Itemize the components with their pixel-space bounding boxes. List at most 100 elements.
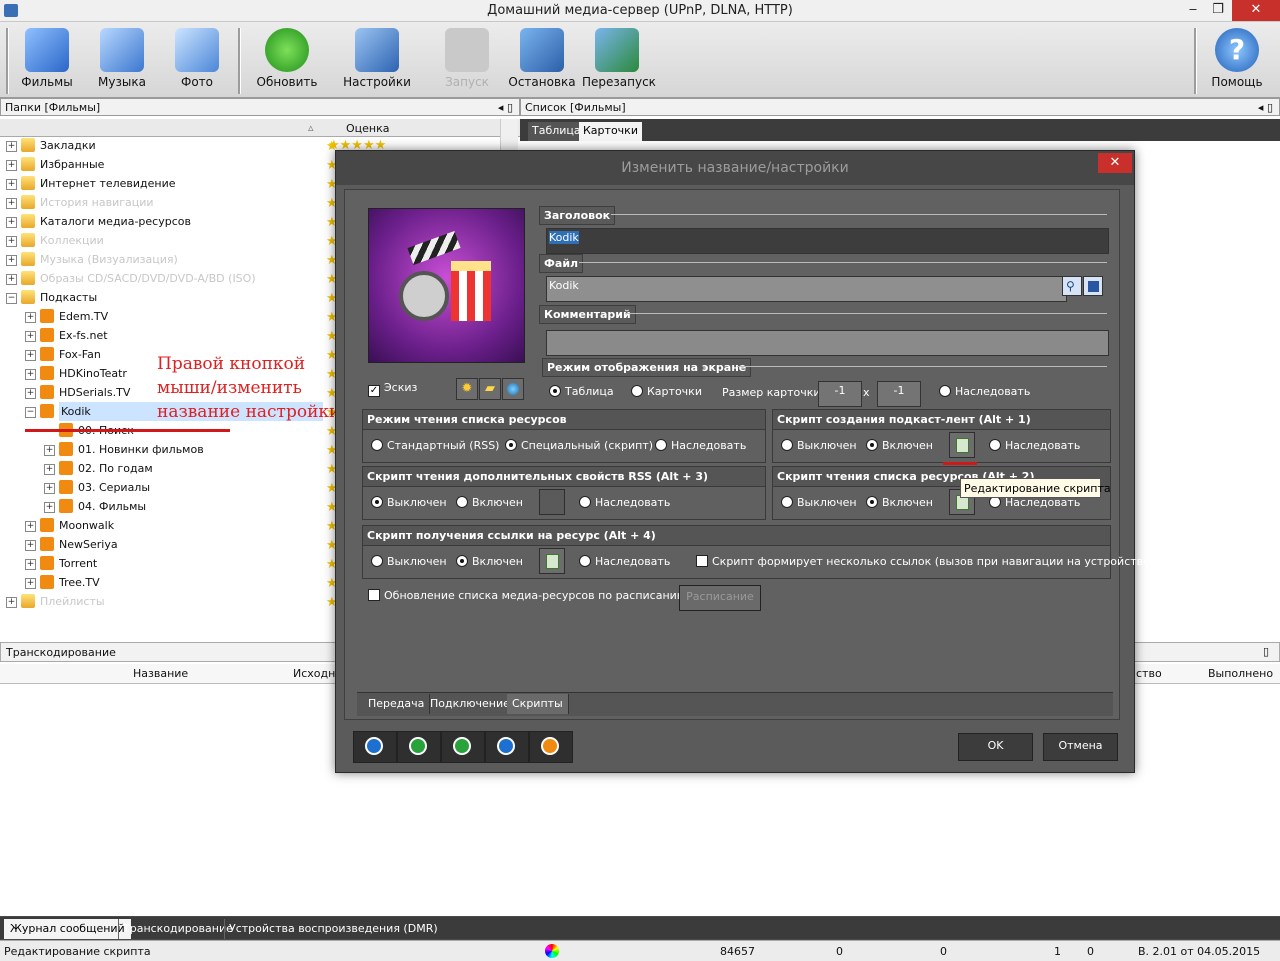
expand-icon[interactable]: + [44, 464, 55, 475]
expand-icon[interactable]: + [6, 597, 17, 608]
toolbar-photo-button[interactable]: Фото [162, 28, 232, 89]
toolbar-refresh-button[interactable]: Обновить [252, 28, 322, 89]
expand-icon[interactable]: + [25, 312, 36, 323]
expand-icon[interactable]: + [6, 217, 17, 228]
tree-item-label: Музыка (Визуализация) [40, 253, 178, 266]
expand-icon[interactable]: + [25, 350, 36, 361]
collapse-icon[interactable]: − [25, 407, 36, 418]
col-device[interactable]: ство [1136, 667, 1162, 680]
card-height-input[interactable]: -1 [877, 381, 921, 407]
tab-table[interactable]: Таблица [528, 122, 585, 141]
toolbar-start-button[interactable]: Запуск [432, 28, 502, 89]
expand-icon[interactable]: + [6, 179, 17, 190]
expand-icon[interactable]: + [25, 369, 36, 380]
col-name[interactable]: Название [133, 667, 188, 680]
file-save-button[interactable] [1083, 276, 1103, 296]
sketch-image[interactable] [368, 208, 525, 363]
tab-connection[interactable]: Подключение [425, 694, 516, 714]
title-input[interactable]: Kodik [546, 228, 1109, 254]
read-standard-radio[interactable]: Стандартный (RSS) [371, 439, 499, 452]
expand-icon[interactable]: + [25, 331, 36, 342]
tab-cards[interactable]: Карточки [579, 122, 642, 141]
podcast-on-radio[interactable]: Включен [866, 439, 933, 452]
sketch-web-button[interactable] [502, 378, 524, 400]
restart-icon [595, 28, 639, 72]
first-record-button[interactable] [353, 731, 397, 763]
pin-icon[interactable]: ◂ ▯ [498, 101, 513, 114]
schedule-button[interactable]: Расписание [679, 585, 761, 611]
link-off-radio[interactable]: Выключен [371, 555, 447, 568]
file-input[interactable]: Kodik [546, 276, 1067, 302]
comment-input[interactable] [546, 330, 1109, 356]
col-rating[interactable]: Оценка [346, 122, 390, 135]
link-edit-script-button[interactable] [539, 548, 565, 574]
col-done[interactable]: Выполнено [1208, 667, 1273, 680]
toolbar-stop-button[interactable]: Остановка [507, 28, 577, 89]
expand-icon[interactable]: + [44, 502, 55, 513]
toolbar-help-button[interactable]: ? Помощь [1202, 28, 1272, 89]
expand-icon[interactable]: + [25, 521, 36, 532]
tab-dmr[interactable]: Устройства воспроизведения (DMR) [224, 919, 442, 939]
expand-icon[interactable]: + [6, 274, 17, 285]
expand-icon[interactable]: + [25, 559, 36, 570]
ok-button[interactable]: OK [958, 733, 1033, 761]
next-record-button[interactable] [441, 731, 485, 763]
display-cards-radio[interactable]: Карточки [631, 385, 702, 398]
sketch-generate-button[interactable]: ✹ [456, 378, 478, 400]
cancel-button[interactable]: Отмена [1043, 733, 1118, 761]
expand-icon[interactable]: + [44, 445, 55, 456]
minimize-button[interactable]: ‒ [1182, 0, 1204, 21]
link-multi-checkbox[interactable]: Скрипт формирует несколько ссылок (вызов… [696, 555, 1154, 568]
tab-scripts[interactable]: Скрипты [507, 694, 569, 714]
read-inherit-radio[interactable]: Наследовать [655, 439, 746, 452]
prev-record-button[interactable] [397, 731, 441, 763]
rss-edit-script-button[interactable] [539, 489, 565, 515]
podcast-inherit-radio[interactable]: Наследовать [989, 439, 1080, 452]
expand-icon[interactable]: + [6, 255, 17, 266]
podcast-edit-script-button[interactable] [949, 432, 975, 458]
toolbar-music-button[interactable]: Музыка [87, 28, 157, 89]
display-inherit-radio[interactable]: Наследовать [939, 385, 1030, 398]
schedule-checkbox[interactable]: Обновление списка медиа-ресурсов по расп… [368, 589, 686, 602]
toolbar-films-button[interactable]: Фильмы [12, 28, 82, 89]
expand-icon[interactable]: + [6, 160, 17, 171]
expand-icon[interactable]: + [25, 388, 36, 399]
display-table-radio[interactable]: Таблица [549, 385, 614, 398]
expand-icon[interactable]: + [6, 141, 17, 152]
tab-messages[interactable]: Журнал сообщений [4, 919, 131, 939]
list-on-radio[interactable]: Включен [866, 496, 933, 509]
expand-icon[interactable]: + [6, 198, 17, 209]
collapse-icon[interactable]: − [6, 293, 17, 304]
close-button[interactable]: ✕ [1232, 0, 1280, 21]
edit-settings-dialog: Изменить название/настройки ✕ ✓ Эскиз ✹ ▰… [335, 150, 1154, 773]
expand-icon[interactable]: + [25, 578, 36, 589]
apply-button[interactable] [529, 731, 573, 763]
last-record-button[interactable] [485, 731, 529, 763]
expand-icon[interactable]: + [44, 483, 55, 494]
rss-on-radio[interactable]: Включен [456, 496, 523, 509]
file-search-button[interactable]: ⚲ [1062, 276, 1082, 296]
list-off-radio[interactable]: Выключен [781, 496, 857, 509]
pin-icon[interactable]: ▯ [1263, 645, 1269, 658]
title-label: Заголовок [539, 206, 616, 225]
tab-transfer[interactable]: Передача [363, 694, 431, 714]
sketch-checkbox[interactable]: ✓ Эскиз [368, 381, 417, 397]
expand-icon[interactable]: + [25, 540, 36, 551]
restore-button[interactable]: ❐ [1206, 0, 1230, 21]
rss-inherit-radio[interactable]: Наследовать [579, 496, 670, 509]
expand-icon[interactable]: + [6, 236, 17, 247]
dialog-close-button[interactable]: ✕ [1098, 153, 1132, 173]
folder-icon [21, 214, 35, 228]
link-on-radio[interactable]: Включен [456, 555, 523, 568]
toolbar-restart-button[interactable]: Перезапуск [582, 28, 656, 89]
tab-transcoding[interactable]: Транскодирование [118, 919, 237, 939]
link-inherit-radio[interactable]: Наследовать [579, 555, 670, 568]
rss-off-radio[interactable]: Выключен [371, 496, 447, 509]
sort-arrow-icon[interactable]: ▵ [308, 121, 314, 134]
toolbar-settings-button[interactable]: Настройки [342, 28, 412, 89]
pin-icon[interactable]: ◂ ▯ [1258, 101, 1273, 114]
sketch-open-button[interactable]: ▰ [479, 378, 501, 400]
podcast-off-radio[interactable]: Выключен [781, 439, 857, 452]
read-special-radio[interactable]: Специальный (скрипт) [505, 439, 653, 452]
card-width-input[interactable]: -1 [818, 381, 862, 407]
